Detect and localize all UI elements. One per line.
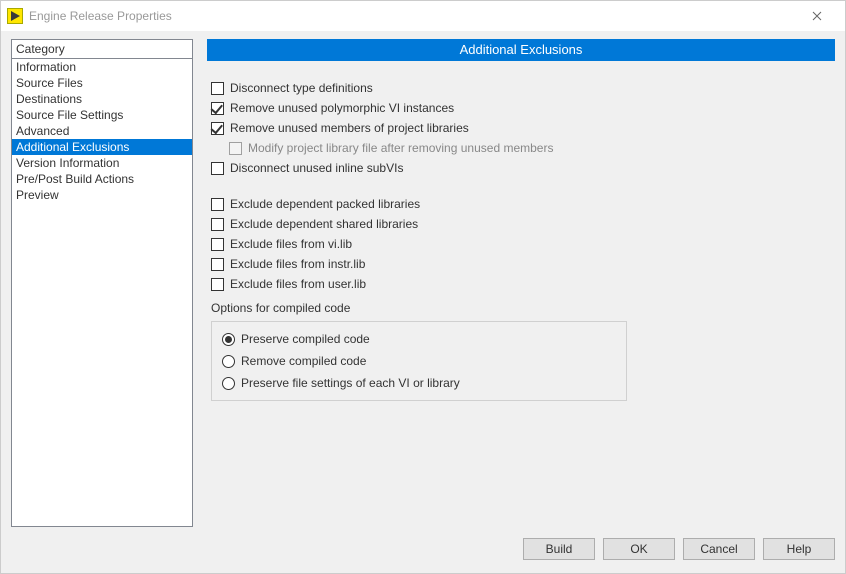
dialog-body: Category InformationSource FilesDestinat… — [1, 31, 845, 531]
radio-label-preserve: Preserve compiled code — [241, 332, 370, 346]
checkbox-excl-vilib[interactable] — [211, 238, 224, 251]
ok-button[interactable]: OK — [603, 538, 675, 560]
sidebar-item-source-files[interactable]: Source Files — [12, 75, 192, 91]
checkbox-excl-shared[interactable] — [211, 218, 224, 231]
sidebar-item-preview[interactable]: Preview — [12, 187, 192, 203]
cancel-button[interactable]: Cancel — [683, 538, 755, 560]
checkbox-excl-packed[interactable] — [211, 198, 224, 211]
chk2-row-excl-userlib: Exclude files from user.lib — [211, 277, 835, 291]
checkbox-remove-poly[interactable] — [211, 102, 224, 115]
sidebar-list: InformationSource FilesDestinationsSourc… — [12, 59, 192, 526]
chk1-row-modify-lib: Modify project library file after removi… — [229, 141, 835, 155]
checkbox-disconnect-typedefs[interactable] — [211, 82, 224, 95]
checkbox-label-modify-lib: Modify project library file after removi… — [248, 141, 553, 155]
build-button[interactable]: Build — [523, 538, 595, 560]
category-sidebar: Category InformationSource FilesDestinat… — [11, 39, 193, 527]
compiled-code-label: Options for compiled code — [211, 301, 835, 315]
sidebar-header: Category — [12, 40, 192, 59]
chk1-row-remove-poly: Remove unused polymorphic VI instances — [211, 101, 835, 115]
sidebar-item-additional-exclusions[interactable]: Additional Exclusions — [12, 139, 192, 155]
radio-preserve[interactable] — [222, 333, 235, 346]
checkbox-label-excl-userlib: Exclude files from user.lib — [230, 277, 366, 291]
chk2-row-excl-shared: Exclude dependent shared libraries — [211, 217, 835, 231]
checkbox-label-excl-vilib: Exclude files from vi.lib — [230, 237, 352, 251]
sidebar-item-version-information[interactable]: Version Information — [12, 155, 192, 171]
checkbox-label-excl-instrlib: Exclude files from instr.lib — [230, 257, 365, 271]
checkbox-label-disconnect-inline: Disconnect unused inline subVIs — [230, 161, 403, 175]
chk2-row-excl-vilib: Exclude files from vi.lib — [211, 237, 835, 251]
chk1-row-disconnect-typedefs: Disconnect type definitions — [211, 81, 835, 95]
chk2-row-excl-instrlib: Exclude files from instr.lib — [211, 257, 835, 271]
help-button[interactable]: Help — [763, 538, 835, 560]
checkbox-disconnect-inline[interactable] — [211, 162, 224, 175]
compiled-code-group: Preserve compiled code Remove compiled co… — [211, 321, 627, 401]
chk2-row-excl-packed: Exclude dependent packed libraries — [211, 197, 835, 211]
radio-row-preserve-file: Preserve file settings of each VI or lib… — [222, 376, 616, 390]
page-title: Additional Exclusions — [207, 39, 835, 61]
checkbox-remove-members[interactable] — [211, 122, 224, 135]
checkbox-modify-lib — [229, 142, 242, 155]
radio-remove[interactable] — [222, 355, 235, 368]
dialog-window: Engine Release Properties Category Infor… — [0, 0, 846, 574]
main-panel: Additional Exclusions Disconnect type de… — [207, 39, 835, 527]
close-button[interactable] — [797, 2, 837, 30]
window-title: Engine Release Properties — [29, 9, 172, 23]
checkbox-excl-instrlib[interactable] — [211, 258, 224, 271]
radio-preserve-file[interactable] — [222, 377, 235, 390]
radio-label-preserve-file: Preserve file settings of each VI or lib… — [241, 376, 460, 390]
sidebar-item-advanced[interactable]: Advanced — [12, 123, 192, 139]
sidebar-item-destinations[interactable]: Destinations — [12, 91, 192, 107]
checkbox-label-disconnect-typedefs: Disconnect type definitions — [230, 81, 373, 95]
checkbox-label-excl-packed: Exclude dependent packed libraries — [230, 197, 420, 211]
chk1-row-remove-members: Remove unused members of project librari… — [211, 121, 835, 135]
checkbox-excl-userlib[interactable] — [211, 278, 224, 291]
page-content: Disconnect type definitions Remove unused… — [207, 79, 835, 527]
radio-label-remove: Remove compiled code — [241, 354, 366, 368]
sidebar-item-information[interactable]: Information — [12, 59, 192, 75]
radio-row-preserve: Preserve compiled code — [222, 332, 616, 346]
checkbox-label-remove-members: Remove unused members of project librari… — [230, 121, 469, 135]
sidebar-item-source-file-settings[interactable]: Source File Settings — [12, 107, 192, 123]
titlebar: Engine Release Properties — [1, 1, 845, 31]
checkbox-label-remove-poly: Remove unused polymorphic VI instances — [230, 101, 454, 115]
chk1-row-disconnect-inline: Disconnect unused inline subVIs — [211, 161, 835, 175]
dialog-footer: Build OK Cancel Help — [1, 531, 845, 573]
checkbox-label-excl-shared: Exclude dependent shared libraries — [230, 217, 418, 231]
radio-row-remove: Remove compiled code — [222, 354, 616, 368]
sidebar-item-pre-post-build-actions[interactable]: Pre/Post Build Actions — [12, 171, 192, 187]
app-icon — [7, 8, 23, 24]
